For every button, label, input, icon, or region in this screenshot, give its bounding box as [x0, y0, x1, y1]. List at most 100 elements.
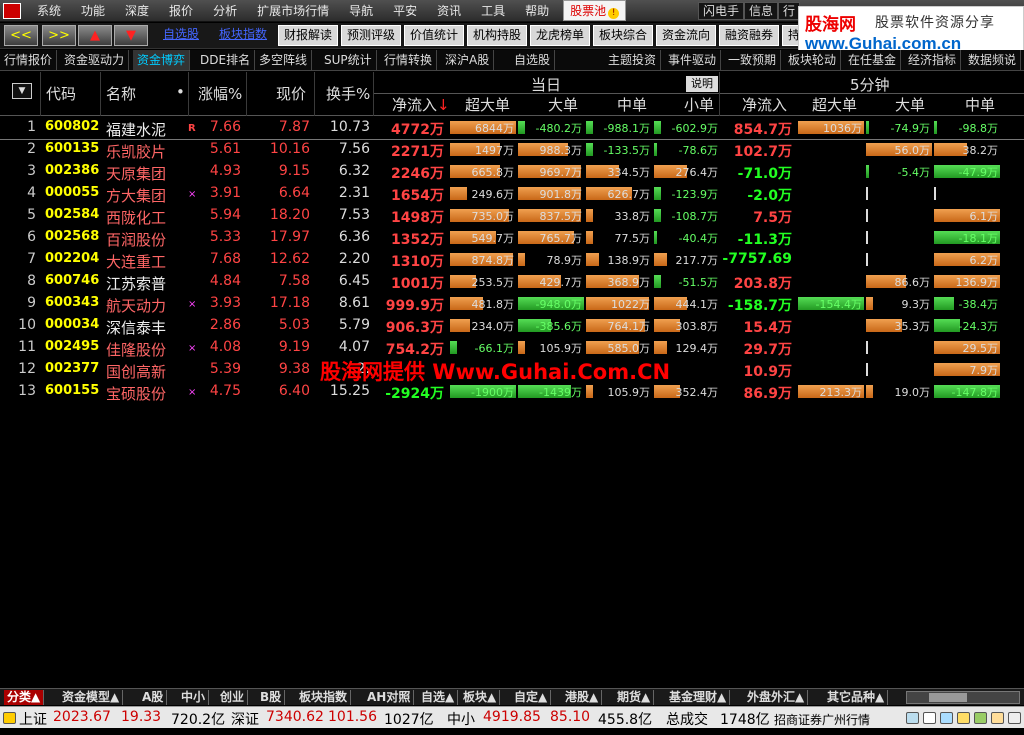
tab-sh-sz-a[interactable]: 深沪A股 [441, 50, 495, 70]
table-row[interactable]: 3 002386 天原集团 4.93 9.15 6.32 2246万 -71.0万 665.8万… [0, 161, 1024, 183]
table-row[interactable]: 8 600746 江苏索普 4.84 7.58 6.45 1001万 203.8万 253.5万… [0, 271, 1024, 293]
menu-analysis[interactable]: 分析 [203, 2, 247, 19]
table-row[interactable]: 9 600343 航天动力 × 3.93 17.18 8.61 999.9万 -158.7万 48… [0, 293, 1024, 315]
col-code[interactable]: 代码 [46, 83, 76, 104]
capital-flow-button[interactable]: 资金流向 [656, 25, 717, 46]
info-button[interactable]: 信息 [744, 2, 779, 20]
financial-report-button[interactable]: 财报解读 [278, 25, 339, 46]
menu-pingan[interactable]: 平安 [383, 2, 427, 19]
flash-trade-button[interactable]: 闪电手 [698, 2, 745, 20]
tab-ah-compare[interactable]: AH对照 [364, 690, 415, 705]
tab-chinext[interactable]: 创业 [217, 690, 249, 705]
page-forward-button[interactable]: >> [42, 25, 76, 46]
scroll-thumb[interactable] [929, 693, 967, 702]
menu-extended-market[interactable]: 扩展市场行情 [247, 2, 339, 19]
tab-hk-stocks[interactable]: 港股▲ [562, 690, 603, 705]
menu-function[interactable]: 功能 [71, 2, 115, 19]
tab-custom[interactable]: 自定▲ [511, 690, 552, 705]
col-name[interactable]: 名称 [106, 83, 136, 104]
tab-active-funds[interactable]: 在任基金 [844, 50, 902, 70]
table-row[interactable]: 6 002568 百润股份 5.33 17.97 6.36 1352万 -11.3万 549.7… [0, 227, 1024, 249]
tab-sector[interactable]: 板块▲ [460, 690, 501, 705]
table-row[interactable]: 4 000055 方大集团 × 3.91 6.64 2.31 1654万 -2.0万 249.6万… [0, 183, 1024, 205]
menu-system[interactable]: 系统 [27, 2, 71, 19]
menu-tools[interactable]: 工具 [471, 2, 515, 19]
col-l-order-5m[interactable]: 大单 [895, 94, 925, 115]
tab-sector-index[interactable]: 板块指数 [296, 690, 352, 705]
tab-futures[interactable]: 期货▲ [614, 690, 655, 705]
flow-value: 429.7万 [539, 276, 583, 289]
menu-quote[interactable]: 报价 [159, 2, 203, 19]
value-stats-button[interactable]: 价值统计 [404, 25, 465, 46]
tab-watchlist[interactable]: 自选股 [510, 50, 556, 70]
alarm-icon[interactable] [957, 712, 970, 724]
col-change-pct[interactable]: 涨幅% [198, 83, 242, 104]
tab-quote-switch[interactable]: 行情转换 [380, 50, 438, 70]
menu-navigation[interactable]: 导航 [339, 2, 383, 19]
tab-category[interactable]: 分类▲ [4, 690, 45, 705]
page-back-button[interactable]: << [4, 25, 38, 46]
menu-help[interactable]: 帮助 [515, 2, 559, 19]
sector-composite-button[interactable]: 板块综合 [593, 25, 654, 46]
move-up-button[interactable]: ▲ [78, 25, 112, 46]
tab-other[interactable]: 其它品种▲ [824, 690, 889, 705]
tab-dde-rank[interactable]: DDE排名 [196, 50, 256, 70]
horizontal-scrollbar[interactable] [906, 691, 1020, 704]
col-divider [246, 72, 247, 116]
watchlist-link[interactable]: 自选股 [158, 25, 204, 46]
move-down-button[interactable]: ▼ [114, 25, 148, 46]
tab-capital-game[interactable]: 资金博弈 [133, 50, 191, 70]
refresh-icon[interactable] [906, 712, 919, 724]
table-row[interactable]: 10 000034 深信泰丰 2.86 5.03 5.79 906.3万 15.4万 234.0… [0, 315, 1024, 337]
tab-economic-indicators[interactable]: 经济指标 [904, 50, 962, 70]
tab-forex[interactable]: 外盘外汇▲ [744, 690, 809, 705]
table-row[interactable]: 7 002204 大连重工 7.68 12.62 2.20 1310万 -7757.69 874… [0, 249, 1024, 271]
table-row[interactable]: 1 600802 福建水泥 R 7.66 7.87 10.73 4772万 854.7万 6844… [0, 117, 1024, 140]
col-turnover[interactable]: 换手% [326, 83, 370, 104]
message-icon[interactable] [940, 712, 953, 724]
tab-capital-drive[interactable]: 资金驱动力 [60, 50, 130, 70]
col-xl-order-5m[interactable]: 超大单 [812, 94, 857, 115]
dragon-tiger-button[interactable]: 龙虎榜单 [530, 25, 591, 46]
col-price[interactable]: 现价 [276, 83, 306, 104]
tab-bull-bear[interactable]: 多空阵线 [255, 50, 313, 70]
institution-holdings-button[interactable]: 机构持股 [467, 25, 528, 46]
forecast-rating-button[interactable]: 预测评级 [341, 25, 402, 46]
sector-index-link[interactable]: 板块指数 [214, 25, 272, 46]
alert-icon[interactable] [3, 712, 16, 724]
tab-watchlist-bottom[interactable]: 自选▲ [418, 690, 459, 705]
column-menu-icon[interactable]: ▼ [12, 83, 32, 99]
menu-news[interactable]: 资讯 [427, 2, 471, 19]
tab-funds[interactable]: 基金理财▲ [666, 690, 731, 705]
tab-sup-stats[interactable]: SUP统计 [320, 50, 377, 70]
col-net-inflow[interactable]: 净流入↓ [392, 94, 450, 115]
tab-sector-rotation[interactable]: 板块轮动 [784, 50, 842, 70]
tab-consensus[interactable]: 一致预期 [724, 50, 782, 70]
menu-stock-pool[interactable]: 股票池! [563, 0, 627, 21]
tab-theme-invest[interactable]: 主题投资 [604, 50, 662, 70]
tab-capital-model[interactable]: 资金模型▲ [59, 690, 124, 705]
mail-icon[interactable] [923, 712, 936, 724]
tab-sme[interactable]: 中小 [178, 690, 210, 705]
col-s-order[interactable]: 小单 [684, 94, 714, 115]
col-l-order[interactable]: 大单 [548, 94, 578, 115]
user-icon[interactable] [991, 712, 1004, 724]
margin-trading-button[interactable]: 融资融券 [719, 25, 780, 46]
col-m-order[interactable]: 中单 [617, 94, 647, 115]
col-net-inflow-5m[interactable]: 净流入 [742, 94, 787, 115]
explain-button[interactable]: 说明 [686, 76, 718, 92]
tab-event-driven[interactable]: 事件驱动 [664, 50, 722, 70]
flow-bar [866, 385, 873, 398]
tab-b-shares[interactable]: B股 [257, 690, 286, 705]
tab-a-shares[interactable]: A股 [139, 690, 168, 705]
col-xl-order[interactable]: 超大单 [465, 94, 510, 115]
table-row[interactable]: 5 002584 西陇化工 5.94 18.20 7.53 1498万 7.5万 735.0万 8… [0, 205, 1024, 227]
more-button[interactable]: 行 [778, 2, 801, 20]
lock-icon[interactable] [1008, 712, 1021, 724]
tab-quote[interactable]: 行情报价 [0, 50, 58, 70]
table-row[interactable]: 2 600135 乐凯胶片 5.61 10.16 7.56 2271万 102.7万 1497万… [0, 139, 1024, 161]
flow-cell-m: 764.1万 [586, 317, 652, 334]
col-m-order-5m[interactable]: 中单 [965, 94, 995, 115]
tab-data-talk[interactable]: 数据频说 [964, 50, 1022, 70]
menu-depth[interactable]: 深度 [115, 2, 159, 19]
